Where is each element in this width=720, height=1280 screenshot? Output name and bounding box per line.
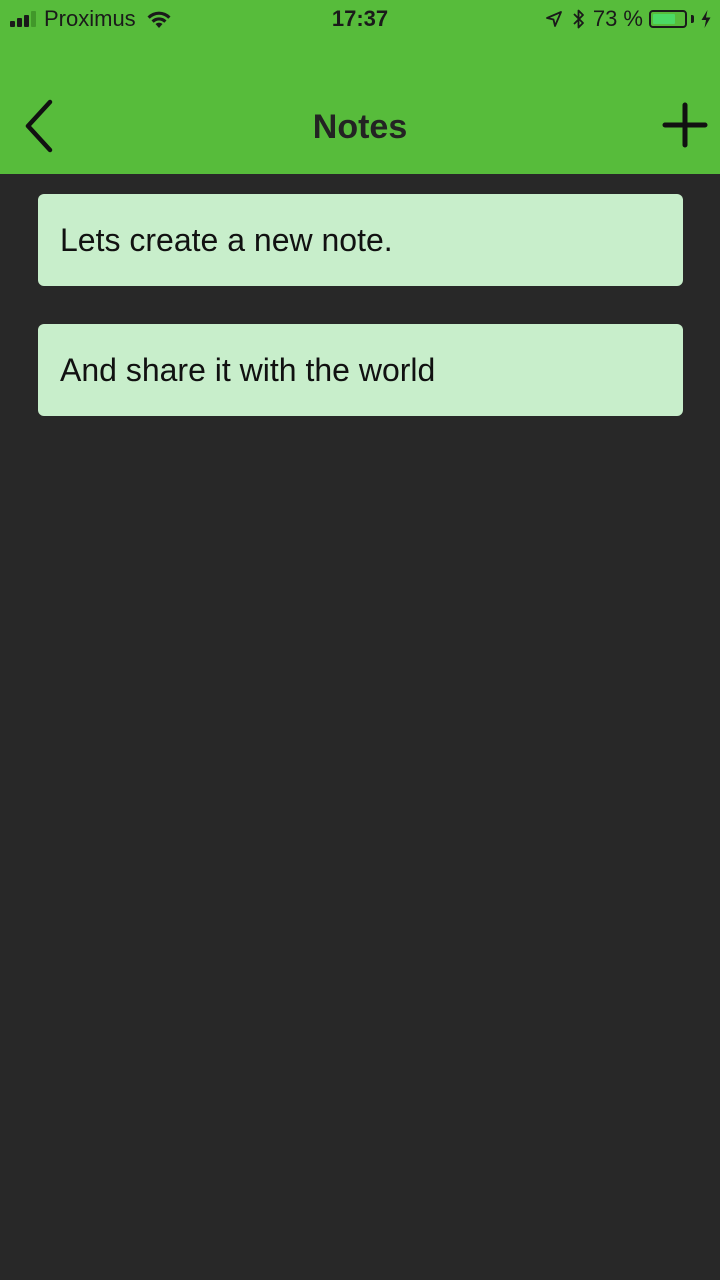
plus-icon — [662, 102, 708, 148]
add-note-button[interactable] — [662, 102, 708, 148]
battery-percentage: 73 % — [592, 6, 643, 31]
bluetooth-icon — [573, 9, 584, 29]
location-arrow-icon — [545, 11, 562, 27]
note-text: And share it with the world — [60, 351, 436, 388]
notes-screen: Proximus 17:37 73 % Notes Lets create a … — [0, 0, 720, 1280]
navigation-bar: Notes — [0, 80, 720, 174]
notes-list: Lets create a new note. And share it wit… — [38, 194, 683, 454]
page-title: Notes — [312, 108, 408, 146]
note-item[interactable]: And share it with the world — [38, 324, 683, 416]
status-bar: Proximus 17:37 73 % — [0, 0, 720, 40]
charging-bolt-icon — [701, 10, 711, 28]
battery-tip — [691, 15, 694, 23]
battery-level-fill — [653, 14, 675, 24]
header-bar: Proximus 17:37 73 % Notes — [0, 0, 720, 174]
status-right: 73 % — [545, 6, 712, 32]
note-item[interactable]: Lets create a new note. — [38, 194, 683, 286]
note-text: Lets create a new note. — [60, 221, 393, 258]
battery-icon — [649, 10, 687, 28]
